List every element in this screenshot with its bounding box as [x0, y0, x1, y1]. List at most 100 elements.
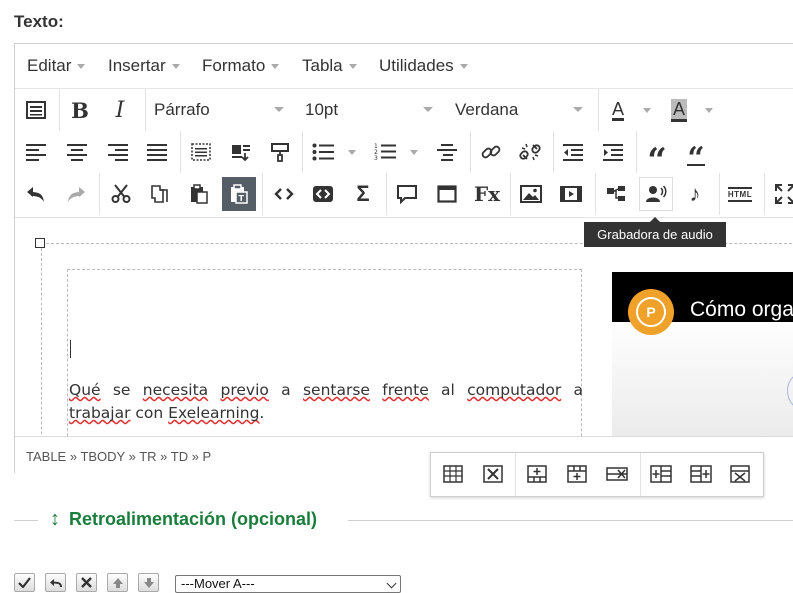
misspelled-word[interactable]: necesita: [143, 381, 208, 399]
cell-paragraph[interactable]: Qué se necesita previo a sentarse frente…: [69, 379, 583, 425]
mindmap-icon[interactable]: [599, 177, 633, 211]
table-properties-icon[interactable]: [436, 457, 470, 491]
chevron-down-icon: [348, 64, 357, 70]
indent-icon[interactable]: [596, 135, 630, 169]
check-icon[interactable]: [14, 573, 35, 592]
quote-button[interactable]: “: [679, 135, 713, 174]
align-right-icon[interactable]: [101, 135, 135, 169]
misspelled-word[interactable]: computador: [467, 381, 561, 399]
menu-label: Tabla: [302, 56, 343, 75]
sigma-icon: Σ: [356, 181, 370, 206]
toolbar-row-2: 123 “ “: [15, 131, 793, 178]
audio-recorder-icon[interactable]: [639, 177, 673, 211]
paste-icon[interactable]: [182, 177, 216, 211]
font-size-select[interactable]: 10pt: [305, 89, 445, 131]
chevron-down-icon[interactable]: [410, 150, 418, 155]
move-up-icon[interactable]: [107, 573, 128, 592]
justify-icon[interactable]: [140, 135, 174, 169]
chevron-down-icon: [271, 64, 280, 70]
copy-icon[interactable]: [143, 177, 177, 211]
list-indent-icon[interactable]: [430, 135, 464, 169]
music-button[interactable]: ♪: [678, 177, 712, 211]
delete-icon[interactable]: [76, 573, 97, 592]
toolbar-row-3: T Σ Fx ♪ HTML: [15, 173, 793, 215]
misspelled-word[interactable]: Exelearning: [168, 404, 259, 422]
italic-button[interactable]: I: [103, 93, 137, 127]
misspelled-word[interactable]: trabajar: [69, 404, 130, 422]
image-icon[interactable]: [514, 177, 548, 211]
delete-row-icon[interactable]: [600, 457, 634, 491]
redo-icon[interactable]: [59, 177, 93, 211]
undo-icon[interactable]: [45, 573, 66, 592]
delete-column-icon[interactable]: [723, 457, 757, 491]
bold-button[interactable]: B: [63, 93, 97, 127]
blockquote-button[interactable]: “: [640, 135, 674, 178]
chevron-down-icon: [77, 64, 86, 70]
font-size-value: 10pt: [305, 100, 339, 119]
menu-utilidades[interactable]: Utilidades: [379, 56, 468, 76]
misspelled-word[interactable]: sentarse: [303, 381, 370, 399]
menu-editar[interactable]: Editar: [27, 56, 86, 76]
media-icon[interactable]: [554, 177, 588, 211]
word: .: [259, 404, 265, 422]
chevron-down-icon: [423, 107, 433, 112]
insert-row-before-icon[interactable]: [520, 457, 554, 491]
chevron-down-icon[interactable]: [705, 108, 713, 113]
misspelled-word[interactable]: previo: [220, 381, 268, 399]
svg-text:T: T: [239, 194, 245, 203]
table-resize-handle[interactable]: [35, 238, 45, 248]
background-color-button[interactable]: A: [662, 93, 696, 127]
fullscreen-window-icon[interactable]: [430, 177, 464, 211]
text-caret: [70, 340, 71, 358]
misspelled-word[interactable]: frente: [382, 381, 428, 399]
font-family-select[interactable]: Verdana: [455, 89, 595, 131]
sigma-button[interactable]: Σ: [346, 177, 380, 211]
align-center-icon[interactable]: [60, 135, 94, 169]
misspelled-word[interactable]: Qué: [69, 381, 101, 399]
video-frame: [612, 322, 793, 436]
menu-label: Formato: [202, 56, 266, 75]
expand-arrow-icon[interactable]: ↕: [50, 508, 60, 531]
word: con: [130, 404, 169, 422]
insert-row-after-icon[interactable]: [560, 457, 594, 491]
bullet-list-icon[interactable]: [306, 135, 340, 169]
format-painter-icon[interactable]: [263, 135, 297, 169]
comment-icon[interactable]: [390, 177, 424, 211]
cut-icon[interactable]: [104, 177, 138, 211]
paste-text-icon[interactable]: [224, 135, 258, 169]
expand-icon[interactable]: [768, 177, 793, 211]
unlink-icon[interactable]: [513, 135, 547, 169]
paste-word-icon[interactable]: T: [222, 177, 256, 211]
source-code-icon[interactable]: [19, 93, 53, 127]
editor-content[interactable]: Qué se necesita previo a sentarse frente…: [15, 218, 793, 436]
menu-insertar[interactable]: Insertar: [108, 56, 180, 76]
code-block-icon[interactable]: [306, 177, 340, 211]
align-left-icon[interactable]: [19, 135, 53, 169]
embedded-video[interactable]: P Cómo orga: [612, 272, 793, 436]
select-all-icon[interactable]: [184, 135, 218, 169]
element-path[interactable]: TABLE » TBODY » TR » TD » P: [26, 449, 211, 464]
chevron-down-icon[interactable]: [348, 150, 356, 155]
word: a: [561, 381, 584, 399]
menu-label: Editar: [27, 56, 72, 75]
feedback-title[interactable]: Retroalimentación (opcional): [69, 509, 317, 530]
menu-tabla[interactable]: Tabla: [302, 56, 357, 76]
formula-button[interactable]: Fx: [470, 177, 504, 211]
move-down-icon[interactable]: [138, 573, 159, 592]
chevron-down-icon: [274, 107, 284, 112]
font-color-button[interactable]: A: [601, 93, 635, 127]
video-title[interactable]: Cómo orga: [690, 298, 793, 322]
move-to-select[interactable]: ---Mover A---: [175, 575, 401, 593]
format-select[interactable]: Párrafo: [154, 89, 294, 131]
insert-column-before-icon[interactable]: [644, 457, 678, 491]
html-button[interactable]: HTML: [723, 177, 757, 211]
link-icon[interactable]: [474, 135, 508, 169]
undo-icon[interactable]: [19, 177, 53, 211]
menu-formato[interactable]: Formato: [202, 56, 280, 76]
numbered-list-icon[interactable]: 123: [368, 135, 402, 169]
chevron-down-icon[interactable]: [643, 108, 651, 113]
code-icon[interactable]: [267, 177, 301, 211]
outdent-icon[interactable]: [556, 135, 590, 169]
delete-table-icon[interactable]: [476, 457, 510, 491]
insert-column-after-icon[interactable]: [684, 457, 718, 491]
